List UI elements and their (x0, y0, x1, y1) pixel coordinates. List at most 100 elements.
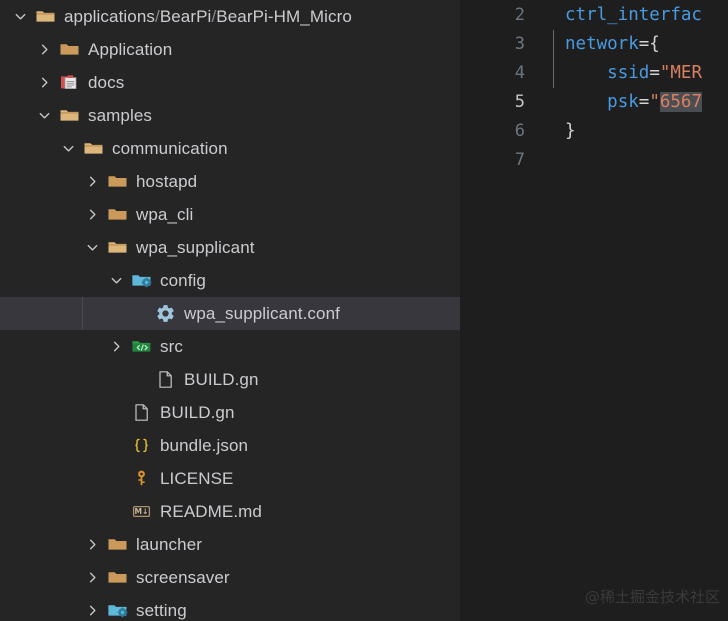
tree-row-label: README.md (160, 501, 262, 521)
tree-row[interactable]: docs (0, 66, 460, 99)
folder-closed-icon (106, 171, 128, 193)
tree-row[interactable]: communication (0, 132, 460, 165)
tree-row-label: wpa_supplicant (136, 237, 255, 257)
code-token: network (565, 33, 639, 54)
tree-row[interactable]: src (0, 330, 460, 363)
chevron-right-icon[interactable] (84, 570, 100, 586)
chevron-down-icon[interactable] (36, 108, 52, 124)
file-blank-icon (154, 369, 176, 391)
code-token: = (649, 62, 660, 83)
tree-row-label: samples (88, 105, 153, 125)
tree-row[interactable]: BUILD.gn (0, 396, 460, 429)
json-braces-icon (130, 435, 152, 457)
tree-row[interactable]: LICENSE (0, 462, 460, 495)
tree-row-label: wpa_cli (136, 204, 194, 224)
code-line[interactable]: 3 network={ (460, 29, 728, 58)
tree-row-label: src (160, 336, 183, 356)
code-token: } (565, 120, 576, 141)
tree-row[interactable]: BUILD.gn (0, 363, 460, 396)
line-number: 2 (514, 4, 525, 25)
tree-row[interactable]: screensaver (0, 561, 460, 594)
indent-guide (82, 297, 83, 330)
chevron-right-icon[interactable] (84, 207, 100, 223)
folder-closed-icon (58, 39, 80, 61)
key-icon (130, 468, 152, 490)
gear-icon (154, 303, 176, 325)
tree-row-label: BUILD.gn (160, 402, 235, 422)
vscode-window: applications/BearPi/BearPi-HM_Micro Appli… (0, 0, 728, 621)
chevron-down-icon[interactable] (108, 273, 124, 289)
chevron-right-icon[interactable] (36, 75, 52, 91)
tree-row-label: bundle.json (160, 435, 249, 455)
tree-row[interactable]: config (0, 264, 460, 297)
docs-folder-icon (58, 72, 80, 94)
code-text: psk="6567 (565, 91, 703, 112)
tree-row-selected[interactable]: wpa_supplicant.conf (0, 297, 460, 330)
line-number: 4 (514, 62, 525, 83)
tree-row-label: config (160, 270, 206, 290)
folder-open-icon (58, 105, 80, 127)
folder-open-icon (34, 6, 56, 28)
tree-row-label: BUILD.gn (184, 369, 259, 389)
file-explorer-tree[interactable]: applications/BearPi/BearPi-HM_Micro Appli… (0, 0, 460, 621)
tree-row[interactable]: Application (0, 33, 460, 66)
tree-row-label: screensaver (136, 567, 230, 587)
code-text: ctrl_interfac (565, 5, 702, 25)
tree-row-label: communication (112, 138, 228, 158)
tree-row[interactable]: hostapd (0, 165, 460, 198)
chevron-right-icon[interactable] (84, 174, 100, 190)
tree-row[interactable]: setting (0, 594, 460, 621)
code-line[interactable]: 6} (460, 116, 728, 145)
line-number: 3 (514, 33, 525, 54)
folder-src-icon (130, 336, 152, 358)
tree-row[interactable]: launcher (0, 528, 460, 561)
code-token: " (649, 91, 660, 112)
code-editor[interactable]: 2 ctrl_interfac 3 network={4 ssid="MER 5 psk… (460, 0, 728, 621)
code-text: ssid="MER (565, 63, 702, 83)
code-line[interactable]: 2 ctrl_interfac (460, 0, 728, 29)
tree-row[interactable]: wpa_supplicant (0, 231, 460, 264)
code-line[interactable]: 7 (460, 145, 728, 174)
tree-row[interactable]: applications/BearPi/BearPi-HM_Micro (0, 0, 460, 33)
code-token: "MER (659, 62, 703, 83)
tree-row[interactable]: samples (0, 99, 460, 132)
path-part: BearPi (159, 6, 212, 26)
chevron-right-icon[interactable] (84, 603, 100, 619)
code-text: network={ (565, 34, 660, 54)
tree-row-label: docs (88, 72, 125, 92)
chevron-right-icon[interactable] (108, 339, 124, 355)
chevron-down-icon[interactable] (60, 141, 76, 157)
code-token: ctrl_interfac (565, 4, 702, 25)
folder-config-icon (106, 600, 128, 621)
folder-open-icon (82, 138, 104, 160)
tree-row-label: hostapd (136, 171, 198, 191)
folder-closed-icon (106, 534, 128, 556)
line-number: 6 (514, 120, 525, 141)
chevron-down-icon[interactable] (84, 240, 100, 256)
folder-closed-icon (106, 204, 128, 226)
code-token: = (638, 91, 650, 112)
chevron-right-icon[interactable] (36, 42, 52, 58)
tree-row[interactable]: M↓ README.md (0, 495, 460, 528)
path-part: applications (64, 6, 155, 26)
tree-row[interactable]: wpa_cli (0, 198, 460, 231)
folder-open-icon (106, 237, 128, 259)
tree-row-label: setting (136, 600, 187, 620)
code-line[interactable]: 5 psk="6567 (460, 87, 728, 116)
folder-config-icon (130, 270, 152, 292)
folder-closed-icon (106, 567, 128, 589)
markdown-badge-icon: M↓ (130, 501, 152, 523)
tree-row-label: wpa_supplicant.conf (184, 303, 340, 323)
chevron-right-icon[interactable] (84, 537, 100, 553)
code-token: ssid (607, 62, 650, 83)
file-blank-icon (130, 402, 152, 424)
tree-row[interactable]: bundle.json (0, 429, 460, 462)
line-number: 5 (514, 91, 525, 112)
tree-row-label: applications/BearPi/BearPi-HM_Micro (64, 7, 352, 27)
tree-row-label: launcher (136, 534, 203, 554)
code-line[interactable]: 4 ssid="MER (460, 58, 728, 87)
tree-row-label: LICENSE (160, 468, 234, 488)
chevron-down-icon[interactable] (12, 9, 28, 25)
